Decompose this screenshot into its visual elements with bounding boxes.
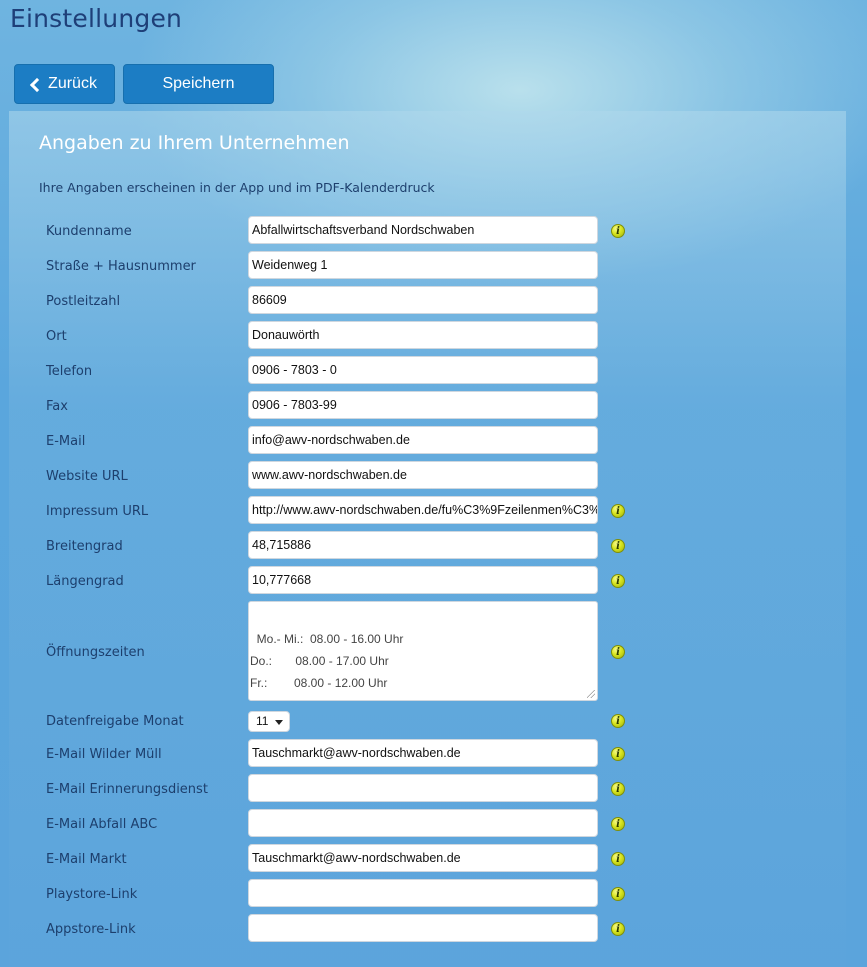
email-input[interactable]: info@awv-nordschwaben.de [248,426,598,454]
label-email-wilder-muell: E-Mail Wilder Müll [46,747,162,762]
label-email: E-Mail [46,434,86,449]
playstore-input[interactable] [248,879,598,907]
info-icon-laengengrad[interactable]: i [611,574,625,588]
info-icon-appstore[interactable]: i [611,922,625,936]
info-icon-email-erinnerung[interactable]: i [611,782,625,796]
datenfreigabe-select[interactable]: 11 [248,711,290,732]
telefon-input[interactable]: 0906 - 7803 - 0 [248,356,598,384]
back-button-label: Zurück [48,75,97,92]
label-strasse: Straße + Hausnummer [46,259,196,274]
label-plz: Postleitzahl [46,294,121,309]
oeffnungszeiten-textarea[interactable]: Mo.- Mi.: 08.00 - 16.00 Uhr Do.: 08.00 -… [248,601,598,701]
label-email-abfall-abc: E-Mail Abfall ABC [46,817,158,832]
save-button-label: Speichern [162,75,235,92]
resize-handle-icon[interactable] [587,690,595,698]
label-email-markt: E-Mail Markt [46,852,127,867]
info-icon-kundenname[interactable]: i [611,224,625,238]
website-input[interactable]: www.awv-nordschwaben.de [248,461,598,489]
label-laengengrad: Längengrad [46,574,124,589]
breitengrad-input[interactable]: 48,715886 [248,531,598,559]
oeffnungszeiten-text: Mo.- Mi.: 08.00 - 16.00 Uhr Do.: 08.00 -… [250,632,404,690]
info-icon-oeffnungszeiten[interactable]: i [611,645,625,659]
info-icon-playstore[interactable]: i [611,887,625,901]
label-breitengrad: Breitengrad [46,539,123,554]
page-title: Einstellungen [10,4,183,33]
label-ort: Ort [46,329,67,344]
save-button[interactable]: Speichern [123,64,274,104]
caret-down-icon [275,720,283,725]
label-oeffnungszeiten: Öffnungszeiten [46,645,145,660]
info-icon-impressum[interactable]: i [611,504,625,518]
plz-input[interactable]: 86609 [248,286,598,314]
laengengrad-input[interactable]: 10,777668 [248,566,598,594]
email-abfall-abc-input[interactable] [248,809,598,837]
kundenname-input[interactable]: Abfallwirtschaftsverband Nordschwaben [248,216,598,244]
label-appstore: Appstore-Link [46,922,136,937]
ort-input[interactable]: Donauwörth [248,321,598,349]
info-icon-breitengrad[interactable]: i [611,539,625,553]
fax-input[interactable]: 0906 - 7803-99 [248,391,598,419]
section-subtitle: Ihre Angaben erscheinen in der App und i… [39,180,435,195]
label-email-erinnerung: E-Mail Erinnerungsdienst [46,782,208,797]
label-impressum: Impressum URL [46,504,149,519]
info-icon-datenfreigabe[interactable]: i [611,714,625,728]
strasse-input[interactable]: Weidenweg 1 [248,251,598,279]
email-wilder-muell-input[interactable]: Tauschmarkt@awv-nordschwaben.de [248,739,598,767]
section-title: Angaben zu Ihrem Unternehmen [39,132,350,154]
info-icon-email-abfall-abc[interactable]: i [611,817,625,831]
back-button[interactable]: Zurück [14,64,115,104]
impressum-input[interactable]: http://www.awv-nordschwaben.de/fu%C3%9Fz… [248,496,598,524]
label-website: Website URL [46,469,128,484]
info-icon-email-wilder-muell[interactable]: i [611,747,625,761]
appstore-input[interactable] [248,914,598,942]
email-markt-input[interactable]: Tauschmarkt@awv-nordschwaben.de [248,844,598,872]
chevron-left-icon [29,77,45,92]
info-icon-email-markt[interactable]: i [611,852,625,866]
datenfreigabe-value: 11 [256,714,269,728]
label-kundenname: Kundenname [46,224,132,239]
label-telefon: Telefon [46,364,93,379]
label-datenfreigabe: Datenfreigabe Monat [46,714,184,729]
email-erinnerung-input[interactable] [248,774,598,802]
label-fax: Fax [46,399,68,414]
label-playstore: Playstore-Link [46,887,138,902]
